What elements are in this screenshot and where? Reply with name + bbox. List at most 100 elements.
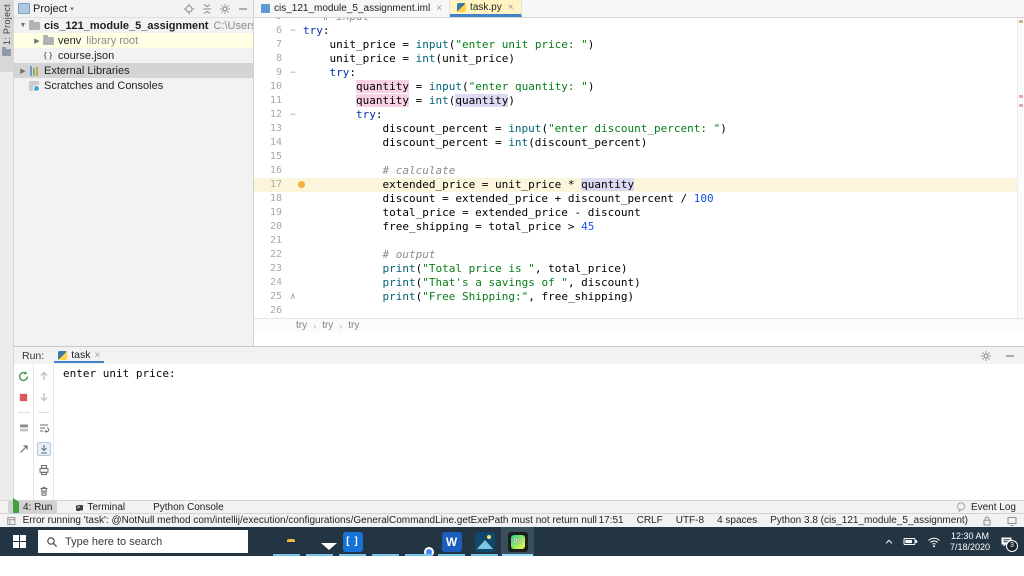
hide-icon[interactable] [237,3,249,15]
tree-item-course-json[interactable]: { } course.json [14,48,253,63]
code-line-14[interactable]: 14 discount_percent = int(discount_perce… [254,136,1017,150]
locate-icon[interactable] [183,3,195,15]
action-center-button[interactable]: 3 [999,535,1018,552]
tray-chevron-icon[interactable] [884,537,894,547]
close-icon[interactable]: × [436,3,442,14]
code-line-8[interactable]: 8 unit_price = int(unit_price) [254,52,1017,66]
breadcrumb-item[interactable]: try [348,320,359,331]
up-icon[interactable] [37,369,51,383]
tree-item-external-libraries[interactable]: ▶ External Libraries [14,63,253,78]
tree-item-scratches-and-consoles[interactable]: Scratches and Consoles [14,78,253,93]
rerun-icon[interactable] [17,369,31,383]
code-editor[interactable]: 5 # input6−try:7 unit_price = input("ent… [254,18,1017,318]
fold-marker-icon[interactable]: − [287,24,299,38]
pin-icon[interactable] [17,442,31,456]
toolwindow-button-python-console[interactable]: Python Console [144,501,229,513]
code-line-6[interactable]: 6− try: [254,24,1017,38]
expand-arrow-icon[interactable]: ▶ [18,67,28,75]
intention-bulb-icon[interactable] [298,181,305,188]
code-line-25[interactable]: 25 ∧ print("Free Shipping:", free_shippin… [254,290,1017,304]
tool-window-switcher-icon[interactable] [6,515,17,527]
editor-scrollbar[interactable] [1017,18,1024,318]
editor-tab-task.py[interactable]: task.py × [450,0,522,17]
code-line-15[interactable]: 15 [254,150,1017,164]
collapse-all-icon[interactable] [201,3,213,15]
fold-marker-icon[interactable]: − [287,66,299,80]
print-icon[interactable] [37,463,51,477]
indicator-icon[interactable] [1006,515,1018,527]
wifi-icon[interactable] [927,536,941,548]
sidebar-tab-project[interactable]: 1: Project [0,0,13,72]
code-line-21[interactable]: 21 [254,234,1017,248]
tree-item-venv[interactable]: ▶ venv library root [14,33,253,48]
code-line-16[interactable]: 16 # calculate [254,164,1017,178]
breadcrumb-item[interactable]: try [322,320,333,331]
battery-icon[interactable] [903,535,918,548]
code-line-19[interactable]: 19 total_price = extended_price - discou… [254,206,1017,220]
close-icon[interactable]: × [508,2,514,13]
run-console-output[interactable]: enter unit price: [54,364,1024,500]
editor-tab-cis_121_module_5_assignment.iml[interactable]: cis_121_module_5_assignment.iml × [254,0,451,17]
softwrap-icon[interactable] [37,421,51,435]
stripe-mark[interactable] [1019,20,1023,23]
code-line-22[interactable]: 22 # output [254,248,1017,262]
taskbar-app-pycharm[interactable]: PC [501,527,534,556]
status-encoding[interactable]: UTF-8 [676,515,704,526]
settings-icon[interactable] [980,350,992,362]
lock-icon[interactable] [981,515,993,527]
code-line-24[interactable]: 24 print("That's a savings of ", discoun… [254,276,1017,290]
run-tab-task[interactable]: task × [54,348,105,363]
settings-icon[interactable] [219,3,231,15]
taskbar-app-chrome[interactable] [402,527,435,556]
expand-arrow-icon[interactable]: ▶ [32,37,42,45]
stripe-mark[interactable] [1019,95,1023,98]
stripe-mark[interactable] [1019,104,1023,107]
start-button[interactable] [0,527,38,556]
project-panel-title[interactable]: Project [33,3,67,15]
code-line-17[interactable]: 17 extended_price = unit_price * quantit… [254,178,1017,192]
layout-icon[interactable] [17,421,31,435]
close-icon[interactable]: × [94,350,100,361]
taskbar-app-edge[interactable] [369,527,402,556]
code-line-26[interactable]: 26 [254,304,1017,318]
code-line-23[interactable]: 23 print("Total price is ", total_price) [254,262,1017,276]
fold-marker-icon[interactable]: ∧ [287,290,299,304]
status-python-interpreter[interactable]: Python 3.8 (cis_121_module_5_assignment) [770,515,968,526]
toolwindow-button-4-run[interactable]: 4: Run [8,497,58,517]
tree-item-cis-121-module-5-assignment[interactable]: ▼ cis_121_module_5_assignment C:\Users\Use… [14,18,253,33]
taskbar-app-file-explorer[interactable] [270,527,303,556]
trash-icon[interactable] [37,484,51,498]
status-message[interactable]: Error running 'task': @NotNull method co… [23,515,599,526]
status-line-ending[interactable]: CRLF [637,515,663,526]
fold-marker-icon[interactable]: − [287,108,299,122]
toolwindow-button-terminal[interactable]: >_ Terminal [71,501,130,513]
chevron-down-icon[interactable]: ▾ [70,5,74,13]
code-line-9[interactable]: 9− try: [254,66,1017,80]
down-icon[interactable] [37,390,51,404]
code-line-13[interactable]: 13 discount_percent = input("enter disco… [254,122,1017,136]
code-line-11[interactable]: 11 quantity = int(quantity) [254,94,1017,108]
stop-icon[interactable] [17,390,31,404]
code-line-10[interactable]: 10 quantity = input("enter quantity: ") [254,80,1017,94]
hide-icon[interactable] [1004,350,1016,362]
taskbar-app-photos[interactable] [468,527,501,556]
tree-item-label: course.json [58,49,115,62]
expand-arrow-icon[interactable]: ▼ [18,22,28,29]
taskbar-search-input[interactable]: Type here to search [38,530,248,553]
code-line-20[interactable]: 20 free_shipping = total_price > 45 [254,220,1017,234]
taskbar-app-word[interactable]: W [435,527,468,556]
status-caret-position[interactable]: 17:51 [599,515,624,526]
code-line-7[interactable]: 7 unit_price = input("enter unit price: … [254,38,1017,52]
word-icon: W [441,531,462,552]
status-indent-style[interactable]: 4 spaces [717,515,757,526]
code-line-18[interactable]: 18 discount = extended_price + discount_… [254,192,1017,206]
event-log-button[interactable]: Event Log [955,501,1016,513]
taskbar-app-brackets-app[interactable]: [ ] [336,527,369,556]
fold-gutter [287,248,299,262]
taskbar-clock[interactable]: 12:30 AM 7/18/2020 [950,531,990,553]
breadcrumb-item[interactable]: try [296,320,307,331]
taskbar-app-mail[interactable] [303,527,336,556]
scroll-end-icon[interactable] [36,442,51,456]
fold-gutter [287,52,299,66]
code-line-12[interactable]: 12− try: [254,108,1017,122]
